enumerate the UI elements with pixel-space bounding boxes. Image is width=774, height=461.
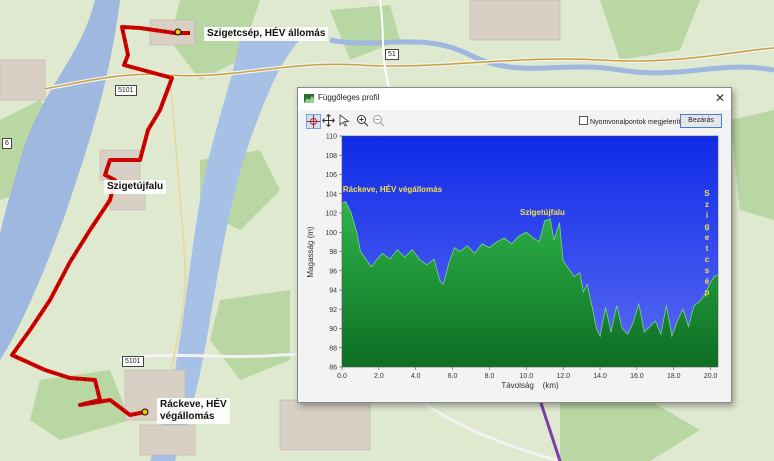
- x-tick-label: 14.0: [593, 373, 607, 380]
- road-shield-5101-bottom: 5101: [122, 356, 144, 367]
- y-tick-label: 104: [325, 191, 337, 198]
- x-tick-label: 2.0: [374, 373, 384, 380]
- annotation-char: e: [705, 233, 710, 242]
- start-marker-icon[interactable]: [174, 28, 182, 36]
- y-tick-label: 86: [329, 365, 337, 372]
- x-tick-label: 6.0: [448, 373, 458, 380]
- annotation-char: t: [706, 244, 709, 253]
- y-tick-label: 100: [325, 230, 337, 237]
- x-tick-label: 0.0: [337, 373, 347, 380]
- y-tick-label: 94: [329, 288, 337, 295]
- map-label-rackeve: Ráckeve, HÉV végállomás: [157, 398, 230, 424]
- zoom-out-icon[interactable]: [372, 114, 385, 127]
- profile-toolbar: Nyomvonalpontok megjelenítése Bezárás: [298, 112, 731, 130]
- annotation-char: z: [705, 200, 709, 209]
- x-tick-label: 20.0: [704, 373, 718, 380]
- x-tick-label: 12.0: [556, 373, 570, 380]
- annotation-char: c: [705, 255, 710, 264]
- elevation-profile-chart[interactable]: 86 88 90 92 94 96 98 100 102 104 106 108 110 0.0 2.0 4…: [298, 130, 731, 402]
- annotation-label: Szigetújfalu: [520, 208, 565, 217]
- x-tick-label: 4.0: [411, 373, 421, 380]
- x-axis-label: Távolság (km): [501, 381, 559, 390]
- map-label-szigetujfalu: Szigetújfalu: [104, 180, 167, 194]
- y-tick-label: 106: [325, 172, 337, 179]
- y-tick-label: 110: [326, 134, 337, 141]
- x-tick-label: 18.0: [667, 373, 681, 380]
- select-arrow-icon[interactable]: [338, 114, 351, 127]
- annotation-label: Ráckeve, HÉV végállomás: [343, 185, 443, 194]
- x-tick-label: 8.0: [485, 373, 495, 380]
- profile-app-icon: [304, 94, 314, 103]
- crosshair-select-icon[interactable]: [306, 114, 321, 129]
- y-tick-label: 88: [329, 345, 337, 352]
- end-marker-icon[interactable]: [141, 408, 149, 416]
- road-shield-6: 6: [2, 138, 12, 149]
- y-tick-label: 96: [329, 268, 337, 275]
- trackpoints-checkbox[interactable]: [579, 116, 588, 125]
- trackpoints-toggle[interactable]: Nyomvonalpontok megjelenítése: [579, 116, 692, 126]
- road-shield-5101-top: 5101: [115, 85, 137, 96]
- y-tick-label: 102: [325, 211, 337, 218]
- vertical-profile-dialog: Függőleges profil ✕ Nyomvonalpontok megj…: [297, 87, 732, 403]
- x-tick-label: 16.0: [630, 373, 644, 380]
- pan-icon[interactable]: [322, 114, 335, 127]
- annotation-char: i: [706, 211, 708, 220]
- y-tick-label: 90: [329, 326, 337, 333]
- y-tick-label: 98: [329, 249, 337, 256]
- dialog-title: Függőleges profil: [318, 93, 380, 102]
- close-icon[interactable]: ✕: [715, 91, 725, 105]
- zoom-in-icon[interactable]: [356, 114, 369, 127]
- dialog-titlebar[interactable]: Függőleges profil ✕: [298, 88, 731, 110]
- x-tick-label: 10.0: [520, 373, 534, 380]
- y-axis-label: Magasság (m): [306, 226, 315, 277]
- annotation-char: S: [704, 189, 710, 198]
- annotation-char: p: [704, 288, 709, 297]
- y-tick-label: 92: [329, 307, 337, 314]
- annotation-char: é: [705, 277, 710, 286]
- annotation-char: g: [704, 222, 709, 231]
- map-label-szigetcsep: Szigetcsép, HÉV állomás: [204, 27, 329, 41]
- close-dialog-button[interactable]: Bezárás: [680, 114, 722, 128]
- y-tick-label: 108: [325, 153, 337, 160]
- trackpoints-checkbox-label: Nyomvonalpontok megjelenítése: [590, 119, 692, 126]
- annotation-char: s: [705, 266, 710, 275]
- road-shield-51: 51: [385, 49, 399, 60]
